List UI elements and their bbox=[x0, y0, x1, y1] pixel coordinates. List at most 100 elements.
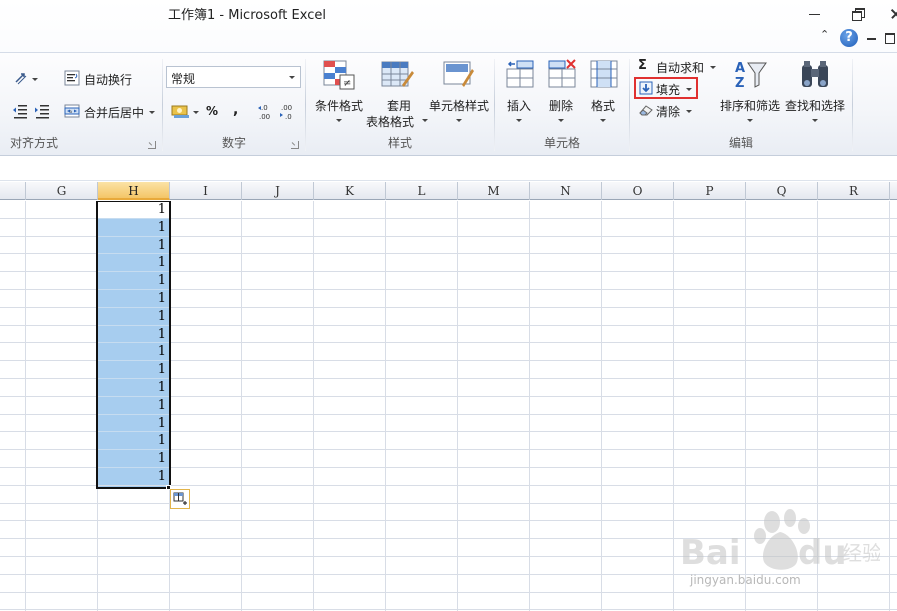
grid-column-line bbox=[601, 201, 602, 611]
fill-highlight-box bbox=[634, 77, 698, 99]
group-cells: 插入 删除 格式 单元格 bbox=[495, 53, 629, 155]
column-header-k[interactable]: K bbox=[314, 182, 386, 200]
sort-filter-button[interactable]: A Z 排序和筛选 bbox=[718, 57, 782, 137]
accounting-format-icon[interactable] bbox=[171, 103, 191, 119]
grid-column-line bbox=[313, 201, 314, 611]
format-cells-button[interactable]: 格式 bbox=[583, 57, 623, 137]
svg-text:.00: .00 bbox=[259, 113, 270, 121]
column-header-p[interactable]: P bbox=[674, 182, 746, 200]
chevron-down-icon bbox=[558, 119, 564, 122]
sort-filter-label: 排序和筛选 bbox=[719, 99, 780, 113]
find-select-button[interactable]: 查找和选择 bbox=[782, 57, 848, 137]
alignment-launcher-icon[interactable] bbox=[148, 141, 156, 149]
grid-column-line bbox=[241, 201, 242, 611]
column-header-m[interactable]: M bbox=[458, 182, 530, 200]
svg-text:.0: .0 bbox=[285, 113, 292, 121]
cell-styles-icon bbox=[443, 61, 474, 87]
increase-indent-icon[interactable] bbox=[34, 103, 50, 119]
percent-style-button[interactable]: % bbox=[206, 104, 218, 118]
grid-column-line bbox=[385, 201, 386, 611]
column-header-g[interactable]: G bbox=[26, 182, 98, 200]
workbook-minimize-icon[interactable] bbox=[866, 28, 878, 48]
workbook-restore-icon[interactable] bbox=[884, 28, 897, 48]
autofill-options-icon bbox=[173, 492, 187, 505]
group-label-number: 数字 bbox=[221, 136, 246, 150]
autosum-button[interactable]: 自动求和 bbox=[656, 59, 704, 76]
group-label-styles: 样式 bbox=[387, 136, 412, 150]
increase-decimal-icon[interactable]: .0 .00 bbox=[257, 102, 277, 122]
help-icon[interactable]: ? bbox=[840, 29, 858, 47]
window-title: 工作簿1 - Microsoft Excel bbox=[168, 8, 326, 23]
group-editing: Σ 自动求和 填充 清除 A Z 排序和筛选 查找和选择 编辑 bbox=[630, 53, 852, 155]
restore-button[interactable] bbox=[842, 0, 876, 26]
merge-center-caret[interactable] bbox=[149, 111, 155, 114]
number-launcher-icon[interactable] bbox=[291, 141, 299, 149]
conditional-format-button[interactable]: ≠ 条件格式 bbox=[310, 57, 368, 137]
svg-text:≠: ≠ bbox=[343, 78, 351, 89]
accounting-format-caret[interactable] bbox=[193, 111, 199, 114]
find-select-label: 查找和选择 bbox=[784, 99, 845, 113]
svg-text:.0: .0 bbox=[261, 104, 268, 112]
column-header-h[interactable]: H bbox=[98, 182, 170, 200]
svg-text:.00: .00 bbox=[281, 104, 292, 112]
collapse-ribbon-icon[interactable]: ⌃ bbox=[820, 28, 834, 48]
conditional-format-icon: ≠ bbox=[323, 60, 355, 90]
insert-cells-icon bbox=[506, 60, 534, 88]
number-format-value: 常规 bbox=[171, 72, 196, 86]
comma-style-button[interactable]: , bbox=[233, 102, 238, 118]
title-bar: 工作簿1 - Microsoft Excel ⌃ ? bbox=[0, 0, 897, 52]
cell-styles-button[interactable]: 单元格样式 bbox=[428, 57, 490, 137]
minimize-button[interactable] bbox=[800, 0, 834, 26]
delete-cells-icon bbox=[548, 59, 576, 88]
cell-styles-label: 单元格样式 bbox=[428, 99, 489, 113]
sigma-icon: Σ bbox=[638, 58, 647, 73]
merge-center-icon[interactable]: a bbox=[64, 103, 80, 119]
group-label-cells: 单元格 bbox=[543, 136, 580, 150]
svg-text:du: du bbox=[798, 533, 847, 573]
format-as-table-button[interactable]: 套用 表格格式 bbox=[366, 57, 432, 137]
wrap-text-icon[interactable] bbox=[64, 70, 80, 86]
wrap-text-button[interactable]: 自动换行 bbox=[84, 71, 132, 88]
svg-text:经验: 经验 bbox=[842, 541, 880, 565]
grid-column-line bbox=[889, 201, 890, 611]
decrease-indent-icon[interactable] bbox=[12, 103, 28, 119]
number-format-select[interactable]: 常规 bbox=[166, 66, 301, 88]
chevron-down-icon bbox=[456, 119, 462, 122]
grid-row-line bbox=[0, 502, 897, 504]
column-header-q[interactable]: Q bbox=[746, 182, 818, 200]
merge-center-button[interactable]: 合并后居中 bbox=[84, 104, 144, 121]
format-cells-icon bbox=[590, 60, 618, 88]
group-styles: ≠ 条件格式 套用 表格格式 单元格样式 样式 bbox=[306, 53, 494, 155]
column-header-o[interactable]: O bbox=[602, 182, 674, 200]
chevron-down-icon bbox=[747, 119, 753, 122]
column-header-j[interactable]: J bbox=[242, 182, 314, 200]
chevron-down-icon bbox=[289, 76, 295, 79]
orientation-icon[interactable] bbox=[14, 70, 30, 86]
column-header-l[interactable]: L bbox=[386, 182, 458, 200]
group-alignment: 自动换行 a 合并后居中 对齐方式 bbox=[0, 53, 162, 155]
clear-button[interactable]: 清除 bbox=[656, 103, 680, 120]
column-header-r[interactable]: R bbox=[818, 182, 890, 200]
grid-column-line bbox=[25, 201, 26, 611]
decrease-decimal-icon[interactable]: .00 .0 bbox=[279, 102, 299, 122]
format-as-table-icon bbox=[381, 61, 414, 87]
baidu-watermark-logo: Bai du 经验 bbox=[680, 509, 880, 573]
formula-bar-area bbox=[0, 157, 897, 181]
close-button[interactable] bbox=[884, 0, 897, 26]
autosum-caret[interactable] bbox=[710, 66, 716, 69]
group-label-alignment: 对齐方式 bbox=[10, 136, 59, 150]
grid-column-line bbox=[529, 201, 530, 611]
column-header-row: GHIJKLMNOPQR bbox=[0, 182, 897, 200]
column-header-i[interactable]: I bbox=[170, 182, 242, 200]
insert-cells-label: 插入 bbox=[506, 99, 531, 113]
column-header-n[interactable]: N bbox=[530, 182, 602, 200]
clear-caret[interactable] bbox=[686, 110, 692, 113]
insert-cells-button[interactable]: 插入 bbox=[499, 57, 539, 137]
chevron-down-icon bbox=[516, 119, 522, 122]
column-header-stub[interactable] bbox=[0, 182, 26, 200]
orientation-caret[interactable] bbox=[32, 78, 38, 81]
grid-column-line bbox=[457, 201, 458, 611]
delete-cells-button[interactable]: 删除 bbox=[541, 57, 581, 137]
svg-text:Bai: Bai bbox=[680, 533, 741, 573]
autofill-options-button[interactable] bbox=[170, 489, 190, 509]
